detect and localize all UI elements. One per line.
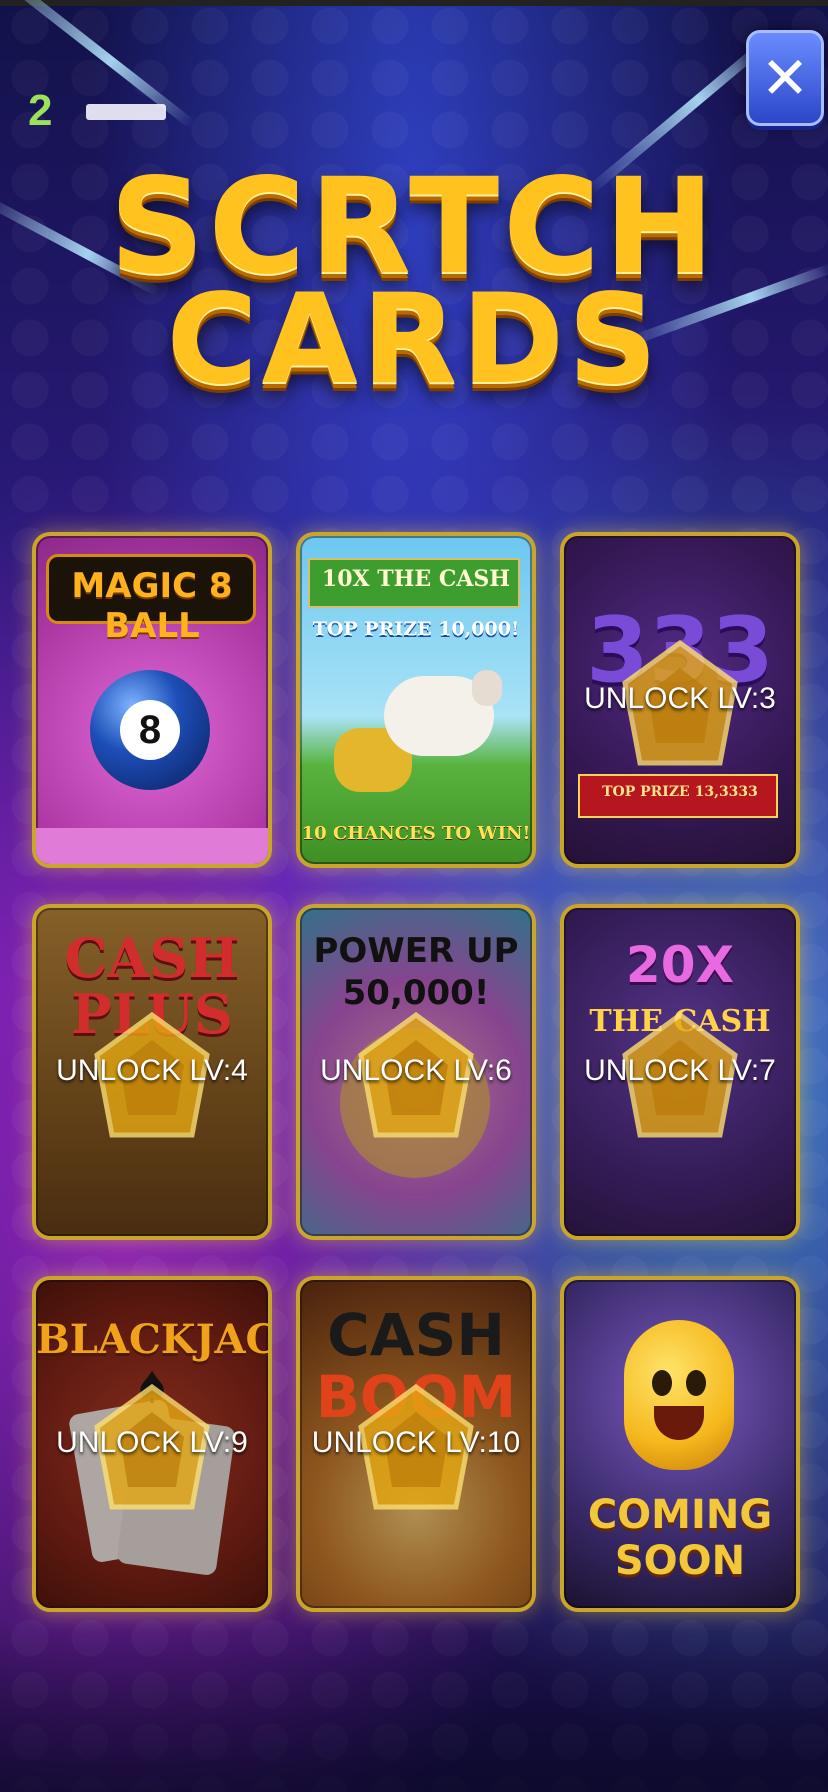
close-button[interactable]: ✕ (746, 30, 824, 126)
eye-icon (652, 1370, 672, 1396)
coming-soon-label: COMING SOON (564, 1492, 796, 1584)
page-title-line-2: CARDS (166, 268, 662, 412)
card-title: MAGIC 8 BALL (71, 566, 233, 646)
card-title: 10X THE CASH (321, 566, 511, 592)
scratch-card-10x-the-cash[interactable]: 10X THE CASH TOP PRIZE 10,000! 10 CHANCE… (296, 532, 536, 868)
card-floor (36, 828, 268, 864)
close-icon: ✕ (760, 44, 810, 112)
ball-number: 8 (120, 700, 180, 760)
scratch-card-cash-plus[interactable]: CASH PLUS UNLOCK LV:4 (32, 904, 272, 1240)
scratch-card-power-up[interactable]: POWER UP 50,000! UNLOCK LV:6 (296, 904, 536, 1240)
scratch-card-magic-8-ball[interactable]: MAGIC 8 BALL 8 (32, 532, 272, 868)
player-name-redacted (86, 104, 166, 120)
unlock-level-label: UNLOCK LV:10 (311, 1426, 521, 1459)
card-title-text: BLACKJACK (36, 1316, 268, 1363)
smiley-mascot-icon (624, 1320, 734, 1470)
card-top-prize: TOP PRIZE 10,000! (312, 618, 520, 640)
unlock-level-label: UNLOCK LV:9 (56, 1426, 248, 1459)
coming-soon-line-2: SOON (614, 1538, 746, 1584)
card-title-line-2: 50,000! (342, 973, 490, 1013)
card-title-line-1: POWER UP (313, 931, 519, 971)
unlock-level-label: UNLOCK LV:3 (584, 682, 776, 715)
card-title: POWER UP 50,000! (300, 930, 532, 1014)
card-top-prize: TOP PRIZE 13,3333 (602, 784, 758, 800)
player-level: 2 (28, 86, 53, 135)
eye-icon (686, 1370, 706, 1396)
8-ball-icon: 8 (90, 670, 210, 790)
mouth-icon (654, 1406, 704, 1440)
scratch-card-coming-soon: COMING SOON (560, 1276, 800, 1612)
bottom-fade (0, 1620, 828, 1792)
scratch-card-blackjack[interactable]: BLACKJACK ♠ UNLOCK LV:9 (32, 1276, 272, 1612)
card-chances: 10 CHANCES TO WIN! (301, 823, 531, 844)
sheep-head-icon (472, 670, 502, 706)
scratch-card-20x-the-cash[interactable]: 20X THE CASH UNLOCK LV:7 (560, 904, 800, 1240)
card-title: 20X (625, 936, 735, 994)
card-title-line-1: CASH (327, 1301, 505, 1369)
card-title-line-1: CASH (64, 926, 240, 990)
unlock-level-label: UNLOCK LV:6 (320, 1054, 512, 1087)
scratch-card-cash-boom[interactable]: CASH BOOM UNLOCK LV:10 (296, 1276, 536, 1612)
unlock-level-label: UNLOCK LV:7 (584, 1054, 776, 1087)
unlock-level-label: UNLOCK LV:4 (56, 1054, 248, 1087)
scratch-card-333[interactable]: 333 TOP PRIZE 13,3333 UNLOCK LV:3 (560, 532, 800, 868)
coming-soon-line-1: COMING (587, 1492, 773, 1538)
